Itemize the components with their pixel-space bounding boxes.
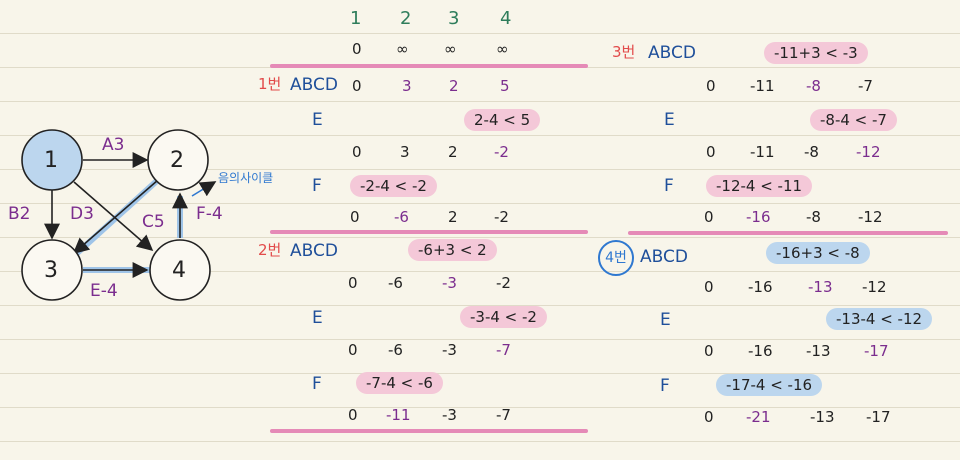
round4-f-val-4: -17 — [866, 408, 891, 426]
node-1-label: 1 — [44, 148, 58, 173]
round2-e-val-1: 0 — [348, 341, 358, 359]
node-4-label: 4 — [172, 258, 186, 283]
col-header-3: 3 — [448, 8, 460, 29]
round2-abcd-val-3: -3 — [442, 274, 457, 292]
negative-cycle-note: 음의사이클 — [218, 171, 274, 185]
round4-abcd-label: ABCD — [640, 247, 688, 267]
round1-e-val-3: 2 — [448, 143, 458, 161]
round1-f-note: -2-4 < -2 — [350, 175, 437, 197]
round4-e-val-4: -17 — [864, 342, 889, 360]
round2-f-val-3: -3 — [442, 406, 457, 424]
round3-abcd-val-3: -8 — [806, 77, 821, 95]
round1-e-val-4: -2 — [494, 143, 509, 161]
edge-c-label: C5 — [142, 212, 165, 232]
round3-e-val-2: -11 — [750, 143, 775, 161]
round4-f-label: F — [660, 376, 670, 396]
round4-abcd-val-1: 0 — [704, 278, 714, 296]
round4-e-note: -13-4 < -12 — [826, 308, 933, 330]
col-header-4: 4 — [500, 8, 512, 29]
underline — [628, 231, 948, 235]
round2-f-label: F — [312, 374, 322, 394]
round2-e-val-3: -3 — [442, 341, 457, 359]
round1-abcd-val-2: 3 — [402, 77, 412, 95]
round4-f-val-2: -21 — [746, 408, 771, 426]
edge-f-label: F-4 — [196, 204, 223, 224]
round2-f-val-4: -7 — [496, 406, 511, 424]
round3-f-label: F — [664, 176, 674, 196]
node-2-label: 2 — [170, 148, 184, 173]
underline — [270, 64, 588, 68]
round4-e-val-1: 0 — [704, 342, 714, 360]
round1-e-val-2: 3 — [400, 143, 410, 161]
underline — [270, 230, 588, 234]
round2-abcd-val-1: 0 — [348, 274, 358, 292]
round3-f-val-1: 0 — [704, 208, 714, 226]
round1-f-label: F — [312, 176, 322, 196]
init-val-3: ∞ — [444, 40, 457, 58]
round4-e-val-3: -13 — [806, 342, 831, 360]
init-val-4: ∞ — [496, 40, 509, 58]
round2-abcd-note: -6+3 < 2 — [408, 239, 497, 261]
round3-e-label: E — [664, 110, 675, 130]
round4-f-val-1: 0 — [704, 408, 714, 426]
round3-e-note: -8-4 < -7 — [810, 109, 897, 131]
round2-label: 2번 — [258, 241, 282, 259]
round3-abcd-val-2: -11 — [750, 77, 775, 95]
round3-f-val-2: -16 — [746, 208, 771, 226]
round4-abcd-val-2: -16 — [748, 278, 773, 296]
round4-f-note: -17-4 < -16 — [716, 374, 823, 396]
round3-e-val-1: 0 — [706, 143, 716, 161]
round1-abcd-val-4: 5 — [500, 77, 510, 95]
round4-e-label: E — [660, 310, 671, 330]
round4-label: 4번 — [598, 240, 634, 276]
round2-f-val-2: -11 — [386, 406, 411, 424]
round2-abcd-val-2: -6 — [388, 274, 403, 292]
round3-f-note: -12-4 < -11 — [706, 175, 813, 197]
round2-e-val-4: -7 — [496, 341, 511, 359]
init-val-1: 0 — [352, 40, 362, 58]
round2-e-label: E — [312, 308, 323, 328]
col-header-2: 2 — [400, 8, 412, 29]
round3-e-val-3: -8 — [804, 143, 819, 161]
round3-label: 3번 — [612, 43, 636, 61]
round4-f-val-3: -13 — [810, 408, 835, 426]
round1-e-val-1: 0 — [352, 143, 362, 161]
round3-abcd-label: ABCD — [648, 43, 696, 63]
round1-f-val-4: -2 — [494, 208, 509, 226]
round1-abcd-val-3: 2 — [449, 77, 459, 95]
round3-e-val-4: -12 — [856, 143, 881, 161]
round1-abcd-val-1: 0 — [352, 77, 362, 95]
round4-e-val-2: -16 — [748, 342, 773, 360]
round4-abcd-val-3: -13 — [808, 278, 833, 296]
round2-abcd-val-4: -2 — [496, 274, 511, 292]
round3-abcd-note: -11+3 < -3 — [764, 42, 868, 64]
col-header-1: 1 — [350, 8, 362, 29]
edge-a-label: A3 — [102, 135, 125, 155]
underline — [270, 429, 588, 433]
node-3-label: 3 — [44, 258, 58, 283]
round3-abcd-val-4: -7 — [858, 77, 873, 95]
round1-abcd-label: ABCD — [290, 75, 338, 95]
round1-f-val-1: 0 — [350, 208, 360, 226]
round4-abcd-note: -16+3 < -8 — [766, 242, 870, 264]
edge-e-label: E-4 — [90, 281, 118, 301]
round2-f-note: -7-4 < -6 — [356, 372, 443, 394]
round1-e-note: 2-4 < 5 — [464, 109, 541, 131]
round1-label: 1번 — [258, 75, 282, 93]
round3-f-val-3: -8 — [806, 208, 821, 226]
edge-b-label: B2 — [8, 204, 31, 224]
round1-f-val-2: -6 — [394, 208, 409, 226]
round2-f-val-1: 0 — [348, 406, 358, 424]
edge-d-label: D3 — [70, 204, 94, 224]
round3-f-val-4: -12 — [858, 208, 883, 226]
round2-e-val-2: -6 — [388, 341, 403, 359]
round1-f-val-3: 2 — [448, 208, 458, 226]
round2-abcd-label: ABCD — [290, 241, 338, 261]
round3-abcd-val-1: 0 — [706, 77, 716, 95]
round4-abcd-val-4: -12 — [862, 278, 887, 296]
round2-e-note: -3-4 < -2 — [460, 306, 547, 328]
init-val-2: ∞ — [396, 40, 409, 58]
round1-e-label: E — [312, 110, 323, 130]
